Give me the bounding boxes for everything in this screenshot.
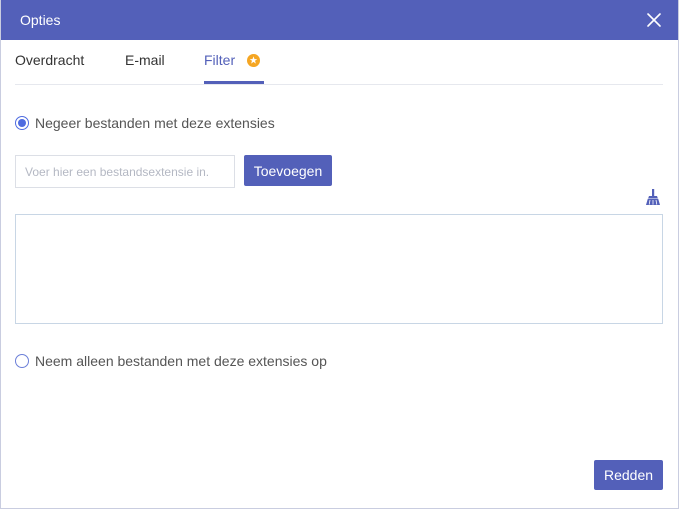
radio-button-checked[interactable] <box>15 116 29 130</box>
star-badge-icon <box>247 54 260 67</box>
tab-email[interactable]: E-mail <box>125 40 165 83</box>
tab-transfer[interactable]: Overdracht <box>15 40 84 83</box>
tab-filter[interactable]: Filter <box>204 40 264 84</box>
dialog-title: Opties <box>20 12 61 28</box>
save-button[interactable]: Redden <box>594 460 663 490</box>
ignore-extensions-label: Negeer bestanden met deze extensies <box>35 115 275 131</box>
options-dialog: Opties Overdracht E-mail Filter Negeer b… <box>0 0 679 509</box>
tab-bar: Overdracht E-mail Filter <box>15 40 663 85</box>
tab-label: E-mail <box>125 52 165 68</box>
include-extensions-label: Neem alleen bestanden met deze extensies… <box>35 353 327 369</box>
extension-input[interactable] <box>15 155 235 188</box>
dialog-titlebar: Opties <box>1 0 678 40</box>
close-icon <box>647 13 661 27</box>
close-button[interactable] <box>644 10 664 30</box>
tab-label: Overdracht <box>15 52 85 68</box>
broom-icon <box>646 189 660 205</box>
add-extension-button[interactable]: Toevoegen <box>244 155 332 186</box>
clear-list-button[interactable] <box>644 188 662 206</box>
tab-label: Filter <box>204 52 236 68</box>
extension-list[interactable] <box>15 214 663 324</box>
radio-button-unchecked[interactable] <box>15 354 29 368</box>
